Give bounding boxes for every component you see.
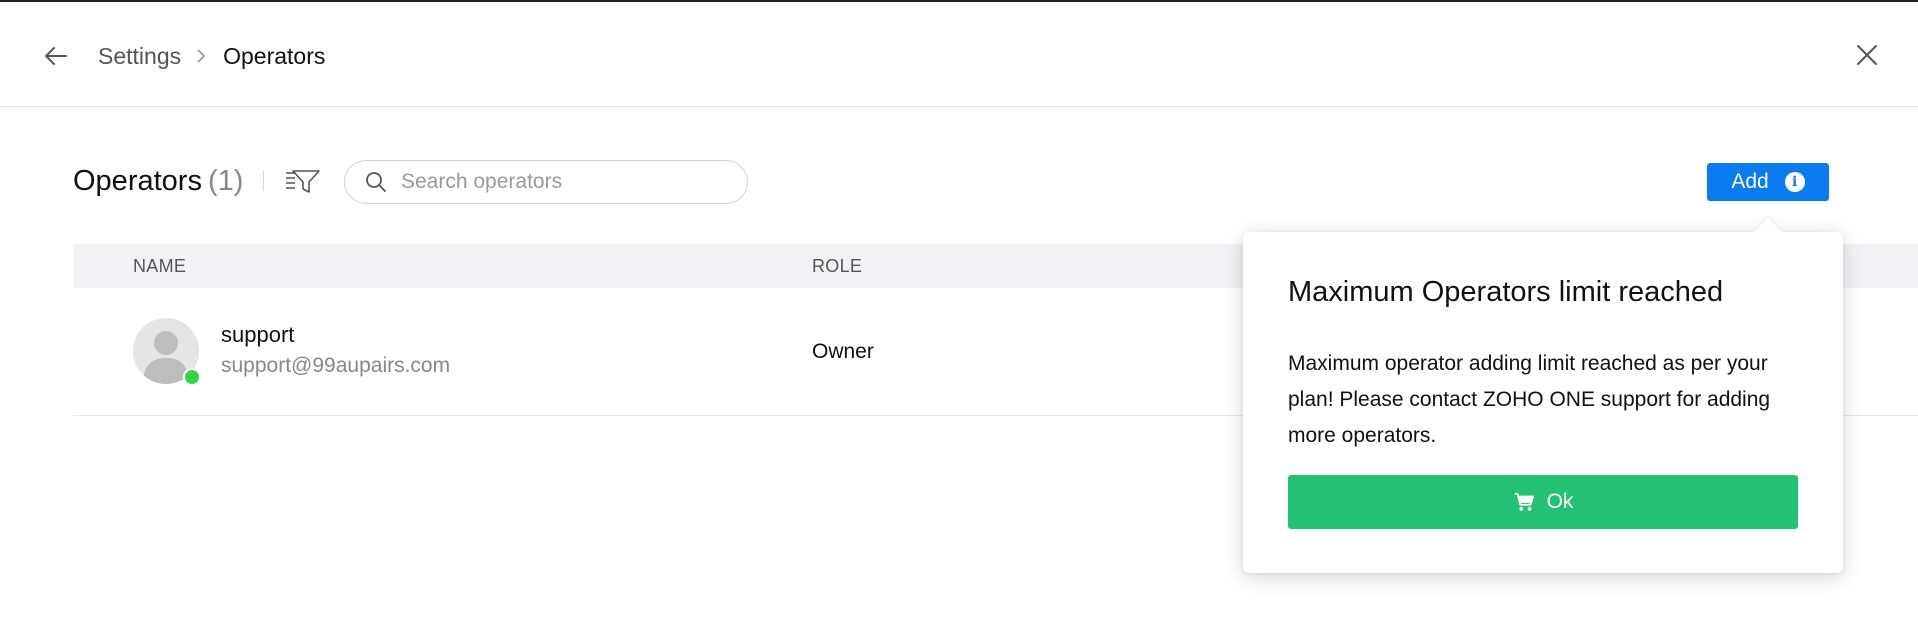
column-header-role: ROLE [812,256,863,276]
ok-button-label: Ok [1546,490,1574,513]
operator-name: support [221,322,295,347]
filter-button[interactable] [284,166,322,196]
operator-count: (1) [207,164,244,197]
online-status-dot [183,368,201,386]
popover-message: Maximum operator adding limit reached as… [1288,352,1771,447]
back-arrow-icon [45,47,67,65]
page-title: Operators [73,164,202,197]
operator-role: Owner [812,340,874,363]
ok-button[interactable]: Ok [1288,475,1798,529]
search-icon [366,172,386,192]
limit-reached-popover: Maximum Operators limit reached Maximum … [1243,232,1843,573]
info-icon[interactable]: i [1784,172,1805,192]
search-input[interactable] [399,169,733,195]
column-header-name: NAME [133,256,187,276]
back-button[interactable] [40,40,72,72]
close-button[interactable] [1852,40,1882,70]
popover-title: Maximum Operators limit reached [1288,276,1724,308]
breadcrumb-operators: Operators [223,42,326,69]
add-button-label: Add [1731,170,1769,193]
chevron-right-icon [195,48,207,64]
operator-email: support@99aupairs.com [221,354,451,377]
search-box [344,160,748,204]
page-header: Settings Operators [0,2,1918,107]
close-icon [1857,45,1877,65]
filter-icon [286,170,321,193]
breadcrumb: Settings Operators [98,40,325,72]
breadcrumb-settings[interactable]: Settings [98,43,181,70]
add-operator-button[interactable]: Add i [1707,163,1829,201]
cart-icon [1514,492,1534,511]
toolbar-divider [263,171,265,191]
operators-toolbar: Operators (1) [73,158,322,204]
